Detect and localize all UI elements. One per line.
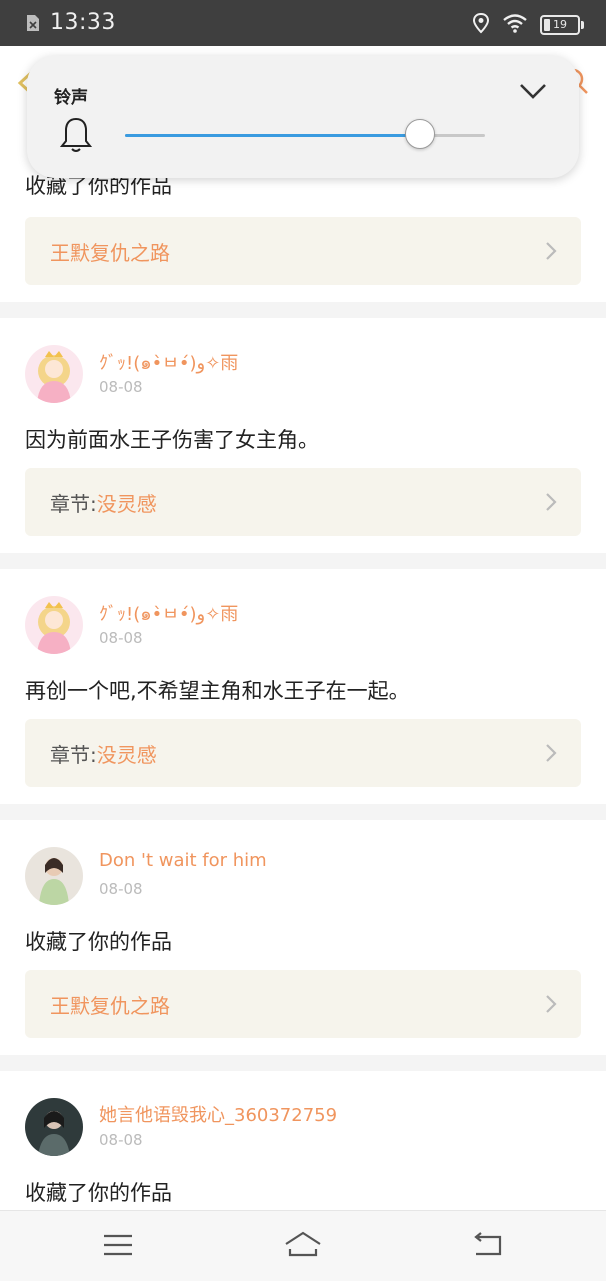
chapter-title: 没灵感: [96, 743, 157, 767]
avatar[interactable]: [25, 1098, 83, 1156]
battery-icon: 19: [540, 15, 584, 35]
message-content: 因为前面水王子伤害了女主角。: [25, 428, 319, 452]
timestamp: 08-08: [99, 880, 143, 898]
status-left: 13:33: [26, 10, 116, 35]
chapter-reference[interactable]: 章节:没灵感: [25, 468, 581, 536]
timestamp: 08-08: [99, 629, 143, 647]
username[interactable]: ｸﾞｯ!(๑•̀ㅂ•́)و✧雨: [99, 348, 238, 377]
avatar[interactable]: [25, 847, 83, 905]
status-time: 13:33: [50, 10, 116, 35]
timestamp: 08-08: [99, 1131, 143, 1149]
chevron-right-icon: [545, 241, 557, 261]
username[interactable]: Don 't wait for him: [99, 850, 267, 871]
volume-panel: 铃声: [27, 56, 579, 178]
divider: [0, 553, 606, 569]
timestamp: 08-08: [99, 378, 143, 396]
chapter-title: 没灵感: [96, 492, 157, 516]
chapter-reference-text: 章节:没灵感: [50, 492, 157, 516]
volume-slider-thumb[interactable]: [405, 119, 436, 149]
message-content: 收藏了你的作品: [25, 930, 172, 954]
work-reference[interactable]: 王默复仇之路: [25, 970, 581, 1038]
status-bar: 13:33 19: [0, 0, 606, 46]
location-icon: [472, 12, 490, 38]
message-content: 再创一个吧,不希望主角和水王子在一起。: [25, 679, 410, 703]
username[interactable]: 她言他语毁我心_360372759: [99, 1101, 337, 1127]
work-title: 王默复仇之路: [50, 994, 170, 1018]
chevron-right-icon: [545, 743, 557, 763]
chapter-reference-text: 章节:没灵感: [50, 743, 157, 767]
list-item: 她言他语毁我心_360372759 08-08 收藏了你的作品: [0, 1071, 606, 1210]
menu-icon[interactable]: [98, 1227, 138, 1263]
divider: [0, 804, 606, 820]
work-title: 王默复仇之路: [50, 241, 170, 265]
status-right: 19: [472, 12, 584, 38]
work-reference-text: 王默复仇之路: [50, 990, 170, 1019]
message-content: 收藏了你的作品: [25, 1181, 172, 1205]
work-reference-text: 王默复仇之路: [50, 237, 170, 266]
home-icon[interactable]: [283, 1227, 323, 1263]
work-reference[interactable]: 王默复仇之路: [25, 217, 581, 285]
battery-level: 19: [553, 18, 567, 31]
volume-slider[interactable]: [125, 119, 485, 149]
sim-off-icon: [26, 14, 40, 32]
volume-label: 铃声: [54, 88, 88, 108]
system-nav-bar: [0, 1210, 606, 1281]
list-item: Don 't wait for him 08-08 收藏了你的作品 王默复仇之路: [0, 820, 606, 1055]
bell-icon[interactable]: [59, 116, 93, 154]
wifi-icon: [502, 13, 528, 37]
username[interactable]: ｸﾞｯ!(๑•̀ㅂ•́)و✧雨: [99, 599, 238, 628]
volume-slider-fill: [125, 134, 421, 137]
avatar[interactable]: [25, 345, 83, 403]
divider: [0, 1055, 606, 1071]
avatar[interactable]: [25, 596, 83, 654]
chevron-down-icon[interactable]: [519, 82, 547, 100]
list-item: ｸﾞｯ!(๑•̀ㅂ•́)و✧雨 08-08 因为前面水王子伤害了女主角。 章节:…: [0, 318, 606, 553]
back-icon[interactable]: [468, 1227, 508, 1263]
list-item: ｸﾞｯ!(๑•̀ㅂ•́)و✧雨 08-08 再创一个吧,不希望主角和水王子在一起…: [0, 569, 606, 804]
chapter-reference[interactable]: 章节:没灵感: [25, 719, 581, 787]
chevron-right-icon: [545, 492, 557, 512]
divider: [0, 302, 606, 318]
chevron-right-icon: [545, 994, 557, 1014]
